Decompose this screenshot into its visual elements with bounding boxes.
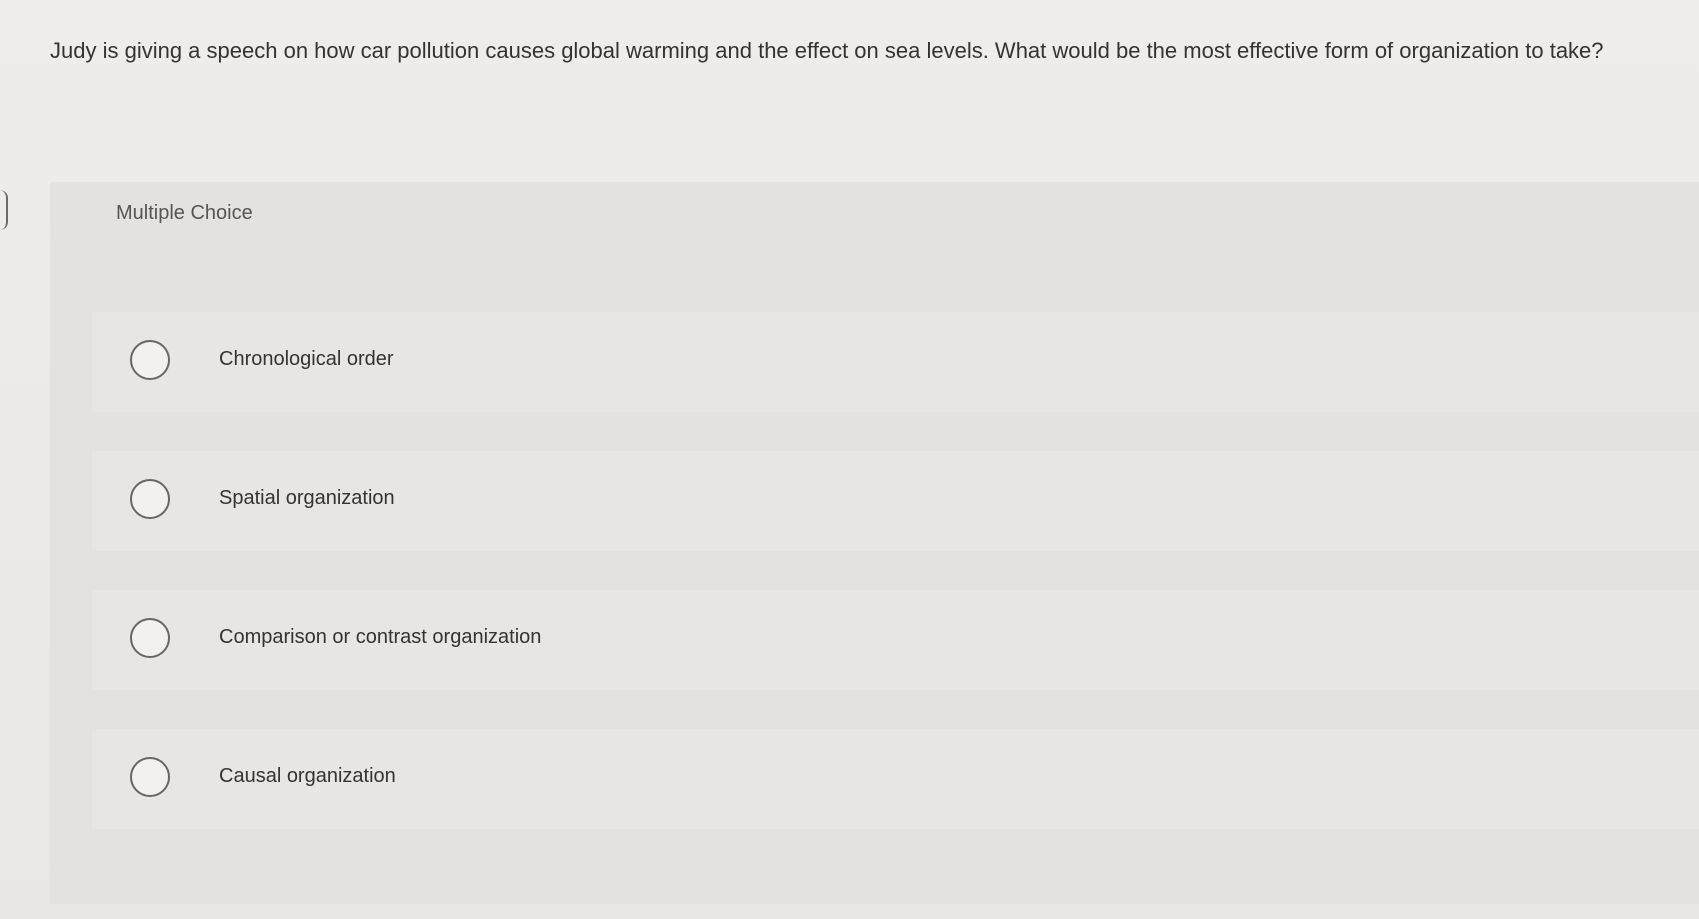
- choice-label: Comparison or contrast organization: [219, 626, 542, 648]
- answer-choices: Chronological order Spatial organization…: [92, 312, 1699, 868]
- question-type-label: Multiple Choice: [116, 202, 253, 224]
- choice-spatial-organization[interactable]: Spatial organization: [92, 451, 1699, 551]
- choice-causal-organization[interactable]: Causal organization: [92, 729, 1699, 829]
- choice-comparison-or-contrast[interactable]: Comparison or contrast organization: [92, 590, 1699, 690]
- page-edge-divider: [0, 190, 8, 230]
- radio-button-icon[interactable]: [130, 340, 170, 380]
- question-text: Judy is giving a speech on how car pollu…: [50, 38, 1604, 63]
- choice-chronological-order[interactable]: Chronological order: [92, 312, 1699, 412]
- choice-label: Causal organization: [219, 765, 396, 787]
- radio-button-icon[interactable]: [130, 479, 170, 519]
- multiple-choice-panel: Multiple Choice Chronological order Spat…: [50, 182, 1699, 904]
- page: Judy is giving a speech on how car pollu…: [0, 0, 1699, 919]
- radio-button-icon[interactable]: [130, 757, 170, 797]
- choice-label: Spatial organization: [219, 487, 395, 509]
- choice-label: Chronological order: [219, 348, 394, 370]
- radio-button-icon[interactable]: [130, 618, 170, 658]
